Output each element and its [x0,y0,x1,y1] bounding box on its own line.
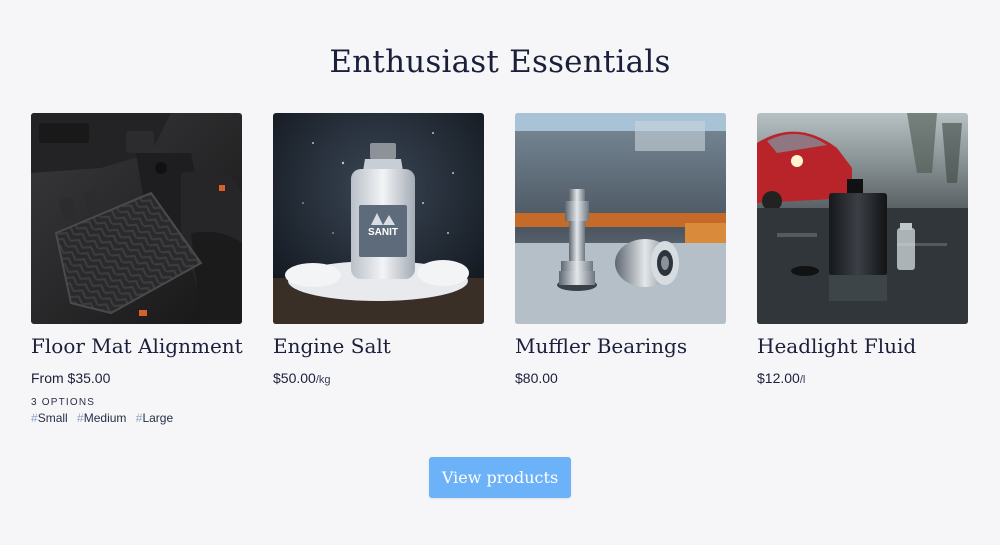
options-count: 3 OPTIONS [31,397,96,408]
product-title[interactable]: Engine Salt [273,334,391,358]
product-card-engine-salt: SANIT Engine Salt $50.00/kg [273,113,484,386]
price-unit: /kg [315,374,331,386]
product-title[interactable]: Floor Mat Alignment [31,334,243,358]
price-value: $80.00 [515,370,558,386]
price-value: $50.00 [273,370,316,386]
section-title: Enthusiast Essentials [329,44,671,80]
product-price: From $35.00 [31,370,110,386]
bottle-label-text: SANIT [368,227,398,238]
option-label: Large [142,411,174,425]
product-card-headlight-fluid: Headlight Fluid $12.00/l [757,113,968,386]
view-products-button[interactable]: View products [429,457,571,498]
product-card-muffler-bearings: Muffler Bearings $80.00 [515,113,726,386]
product-title[interactable]: Muffler Bearings [515,334,687,358]
price-unit: /l [799,374,806,386]
option-label: Small [37,411,68,425]
muffler-bearings-image[interactable] [515,113,726,324]
price-value: From $35.00 [31,370,111,386]
option-hash: # [77,411,84,425]
product-grid: Floor Mat Alignment From $35.00 3 OPTION… [31,113,969,443]
product-price: $80.00 [515,370,558,386]
product-title[interactable]: Headlight Fluid [757,334,916,358]
option-small[interactable]: #Small [31,411,68,425]
product-price: $12.00/l [757,370,805,386]
product-card-floor-mat: Floor Mat Alignment From $35.00 3 OPTION… [31,113,243,425]
engine-salt-image[interactable]: SANIT [273,113,484,324]
option-large[interactable]: #Large [136,411,173,425]
headlight-fluid-image[interactable] [757,113,968,324]
option-medium[interactable]: #Medium [77,411,126,425]
option-hash: # [31,411,38,425]
option-label: Medium [83,411,127,425]
product-price: $50.00/kg [273,370,331,386]
option-list: #Small #Medium #Large [31,411,179,425]
price-value: $12.00 [757,370,800,386]
floor-mat-image[interactable] [31,113,242,324]
